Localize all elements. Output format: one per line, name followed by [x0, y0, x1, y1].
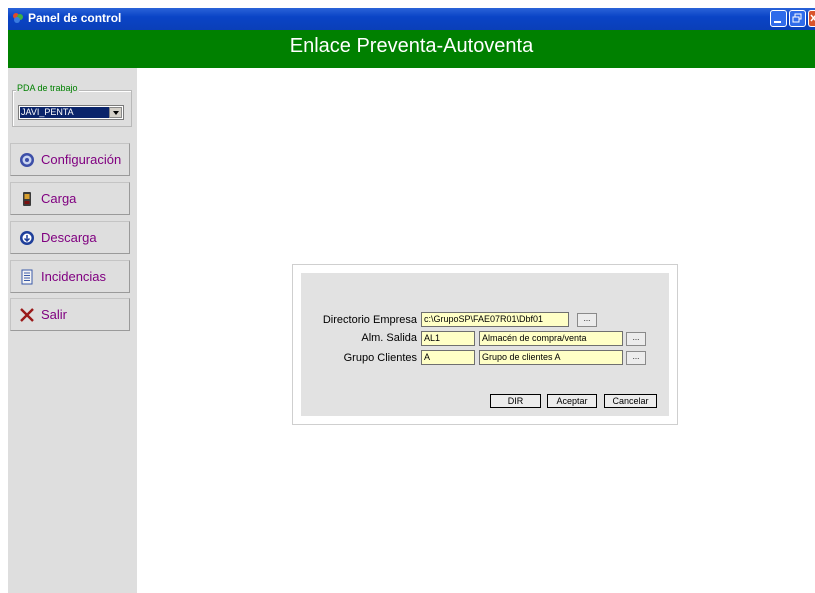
window-titlebar: Panel de control — [8, 8, 815, 30]
page-title: Enlace Preventa-Autoventa — [289, 35, 534, 57]
directorio-label: Directorio Empresa — [322, 314, 417, 326]
sidebar-item-carga[interactable]: Carga — [10, 182, 130, 215]
app-icon — [13, 13, 23, 23]
sidebar-item-descarga[interactable]: Descarga — [10, 221, 130, 254]
browse-directorio-button[interactable]: ... — [577, 313, 597, 327]
browse-almacen-button[interactable]: ... — [626, 332, 646, 346]
restore-icon — [792, 13, 802, 23]
almacen-label: Alm. Salida — [361, 332, 417, 344]
pda-selected-value: JAVI_PENTA — [19, 106, 110, 119]
app-header: Enlace Preventa-Autoventa — [8, 30, 815, 68]
almacen-desc-field[interactable]: Almacén de compra/venta — [479, 331, 623, 346]
grupo-desc-field[interactable]: Grupo de clientes A — [479, 350, 623, 365]
document-icon — [21, 269, 33, 285]
sidebar-item-label: Configuración — [41, 152, 122, 167]
chevron-down-icon[interactable] — [109, 107, 122, 118]
dir-button[interactable]: DIR — [490, 394, 541, 408]
sidebar-item-incidencias[interactable]: Incidencias — [10, 260, 130, 293]
cancelar-button[interactable]: Cancelar — [604, 394, 657, 408]
sidebar: PDA de trabajo JAVI_PENTA Configuración … — [8, 68, 137, 593]
pda-label: PDA de trabajo — [16, 83, 79, 93]
close-icon — [810, 14, 815, 22]
browse-grupo-button[interactable]: ... — [626, 351, 646, 365]
sidebar-item-label: Incidencias — [41, 269, 107, 284]
grupo-code-field[interactable]: A — [421, 350, 475, 365]
gear-icon — [20, 153, 34, 167]
sidebar-item-label: Descarga — [41, 230, 97, 245]
dialog-body: Directorio Empresa c:\GrupoSP\FAE07R01\D… — [301, 273, 669, 416]
directorio-field[interactable]: c:\GrupoSP\FAE07R01\Dbf01 — [421, 312, 569, 327]
link-settings-dialog: Directorio Empresa c:\GrupoSP\FAE07R01\D… — [292, 264, 678, 425]
sidebar-item-salir[interactable]: Salir — [10, 298, 130, 331]
aceptar-button[interactable]: Aceptar — [547, 394, 597, 408]
download-icon — [20, 231, 34, 245]
sidebar-item-label: Salir — [41, 307, 68, 322]
grupo-label: Grupo Clientes — [343, 352, 417, 364]
pda-select[interactable]: JAVI_PENTA — [18, 105, 124, 120]
window-title: Panel de control — [28, 11, 122, 25]
sidebar-item-configuracion[interactable]: Configuración — [10, 143, 130, 176]
almacen-code-field[interactable]: AL1 — [421, 331, 475, 346]
restore-button[interactable] — [789, 10, 806, 27]
sidebar-item-label: Carga — [41, 191, 77, 206]
pda-group: PDA de trabajo JAVI_PENTA — [12, 83, 132, 127]
minimize-button[interactable] — [770, 10, 787, 27]
close-icon — [20, 308, 34, 322]
close-window-button[interactable] — [808, 10, 815, 27]
device-icon — [23, 192, 31, 206]
minimize-icon — [774, 21, 781, 23]
